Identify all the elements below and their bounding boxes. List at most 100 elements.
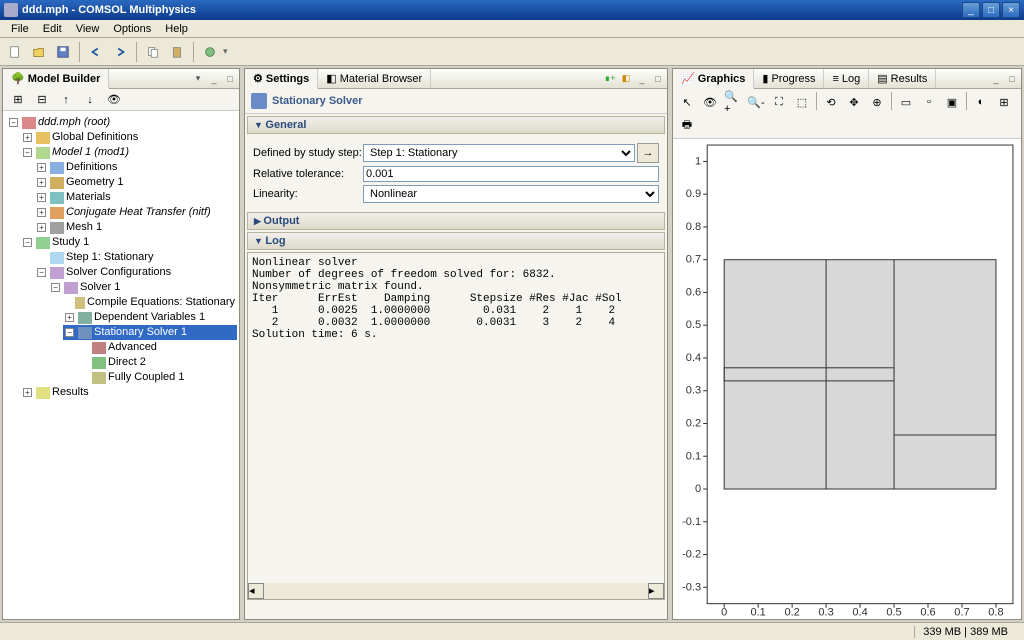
model-wizard-button[interactable] — [199, 41, 221, 63]
menu-view[interactable]: View — [69, 22, 107, 36]
select-button[interactable]: ▭ — [896, 92, 916, 112]
select-all-button[interactable]: ▣ — [942, 92, 962, 112]
copy-button[interactable] — [142, 41, 164, 63]
model-builder-panel: 🌳 Model Builder ▾ _ □ ⊞ ⊟ ↑ ↓ 👁 −ddd.mph… — [2, 68, 240, 620]
close-button[interactable]: × — [1002, 2, 1020, 18]
tree-node-mesh[interactable]: +Mesh 1 — [35, 220, 237, 235]
print-button[interactable]: 🖶 — [677, 115, 697, 135]
scroll-left-button[interactable]: ◂ — [248, 583, 264, 599]
move-button[interactable]: ✥ — [844, 92, 864, 112]
scroll-right-button[interactable]: ▸ — [648, 583, 664, 599]
tree-node-solver-configs[interactable]: −Solver Configurations — [35, 265, 237, 280]
tree-collapse-button[interactable]: ⊟ — [31, 89, 53, 111]
new-button[interactable] — [4, 41, 26, 63]
tree-node-global-definitions[interactable]: +Global Definitions — [21, 130, 237, 145]
tree-node-stationary-solver[interactable]: −Stationary Solver 1 — [63, 325, 237, 340]
panel-maximize-button[interactable]: □ — [651, 72, 665, 86]
tree-up-button[interactable]: ↑ — [55, 89, 77, 111]
tree-node-materials[interactable]: +Materials — [35, 190, 237, 205]
tab-progress[interactable]: ▮Progress — [754, 69, 824, 88]
tree-expand-button[interactable]: ⊞ — [7, 89, 29, 111]
tree-node-geometry[interactable]: +Geometry 1 — [35, 175, 237, 190]
menu-options[interactable]: Options — [106, 22, 158, 36]
window-title: ddd.mph - COMSOL Multiphysics — [22, 4, 962, 16]
tree-node-solver1[interactable]: −Solver 1 — [49, 280, 237, 295]
tab-log[interactable]: ≡Log — [824, 69, 869, 88]
panel-add-button[interactable]: ∎+ — [603, 72, 617, 86]
transparency-button[interactable]: ◐ — [971, 92, 991, 112]
tree-node-results[interactable]: +Results — [21, 385, 237, 400]
log-output[interactable]: Nonlinear solver Number of degrees of fr… — [248, 253, 664, 583]
svg-text:0.1: 0.1 — [750, 607, 765, 619]
tree-show-button[interactable]: 👁 — [103, 89, 125, 111]
goto-step-button[interactable]: → — [637, 143, 659, 163]
paste-button[interactable] — [166, 41, 188, 63]
open-button[interactable] — [28, 41, 50, 63]
statusbar: 339 MB | 389 MB — [0, 622, 1024, 640]
svg-text:0.5: 0.5 — [686, 319, 701, 331]
tab-settings[interactable]: ⚙ Settings — [245, 69, 318, 89]
section-general[interactable]: General — [247, 116, 665, 134]
graphics-icon: 📈 — [681, 72, 695, 85]
tree-node-study[interactable]: −Study 1 — [21, 235, 237, 250]
graphics-panel: 📈Graphics ▮Progress ≡Log ▤Results _ □ ↖ … — [672, 68, 1022, 620]
tree-node-model1[interactable]: −Model 1 (mod1) — [21, 145, 237, 160]
tree-node-advanced[interactable]: Advanced — [77, 340, 237, 355]
svg-text:0.4: 0.4 — [852, 607, 867, 619]
tree-node-direct[interactable]: Direct 2 — [77, 355, 237, 370]
section-output[interactable]: Output — [247, 212, 665, 230]
select-linearity[interactable]: Nonlinear — [363, 185, 659, 203]
panel-maximize-button[interactable]: □ — [1005, 72, 1019, 86]
tree-icon: 🌳 — [11, 72, 25, 85]
wireframe-button[interactable]: ⊞ — [994, 92, 1014, 112]
model-tree[interactable]: −ddd.mph (root) +Global Definitions −Mod… — [3, 111, 239, 619]
panel-minimize-button[interactable]: _ — [635, 72, 649, 86]
panel-minimize-button[interactable]: _ — [207, 72, 221, 86]
panel-toggle-button[interactable]: ◧ — [619, 72, 633, 86]
svg-text:0.4: 0.4 — [686, 352, 701, 364]
panel-menu-button[interactable]: ▾ — [191, 72, 205, 86]
zoom-out-button[interactable]: 🔍- — [746, 92, 766, 112]
tree-node-root[interactable]: −ddd.mph (root) — [7, 115, 237, 130]
rotate-button[interactable]: ⟲ — [821, 92, 841, 112]
svg-text:-0.3: -0.3 — [682, 581, 701, 593]
tree-node-step1[interactable]: Step 1: Stationary — [35, 250, 237, 265]
deselect-button[interactable]: ▫ — [919, 92, 939, 112]
svg-text:0.5: 0.5 — [886, 607, 901, 619]
tree-node-compile[interactable]: Compile Equations: Stationary — [63, 295, 237, 310]
center-button[interactable]: ⊕ — [867, 92, 887, 112]
zoom-in-button[interactable]: 🔍+ — [723, 92, 743, 112]
graphics-toolbar: ↖ 👁 🔍+ 🔍- ⛶ ⬚ ⟲ ✥ ⊕ ▭ ▫ ▣ ◐ ⊞ 🖶 — [673, 89, 1021, 139]
svg-text:0.8: 0.8 — [988, 607, 1003, 619]
panel-maximize-button[interactable]: □ — [223, 72, 237, 86]
zoom-extents-button[interactable]: ⛶ — [769, 92, 789, 112]
select-defined-by[interactable]: Step 1: Stationary — [363, 144, 635, 162]
tree-node-physics[interactable]: +Conjugate Heat Transfer (nitf) — [35, 205, 237, 220]
input-rel-tol[interactable] — [363, 166, 659, 182]
menu-file[interactable]: File — [4, 22, 36, 36]
tab-model-builder[interactable]: 🌳 Model Builder — [3, 69, 109, 89]
graphics-canvas[interactable]: COMSOLMULTIPHYSICS 00.10.20.30.40.50.60.… — [673, 139, 1021, 619]
tree-node-fully-coupled[interactable]: Fully Coupled 1 — [77, 370, 237, 385]
label-linearity: Linearity: — [253, 188, 363, 200]
svg-text:0.6: 0.6 — [686, 286, 701, 298]
menu-help[interactable]: Help — [158, 22, 195, 36]
zoom-window-button[interactable]: 👁 — [700, 92, 720, 112]
save-button[interactable] — [52, 41, 74, 63]
tab-results[interactable]: ▤Results — [869, 69, 936, 88]
tree-down-button[interactable]: ↓ — [79, 89, 101, 111]
tab-graphics[interactable]: 📈Graphics — [673, 69, 754, 89]
menu-edit[interactable]: Edit — [36, 22, 69, 36]
results-icon: ▤ — [877, 72, 887, 85]
redo-button[interactable] — [109, 41, 131, 63]
maximize-button[interactable]: □ — [982, 2, 1000, 18]
section-log[interactable]: Log — [247, 232, 665, 250]
undo-button[interactable] — [85, 41, 107, 63]
tab-material-browser[interactable]: ◧ Material Browser — [318, 69, 431, 88]
panel-minimize-button[interactable]: _ — [989, 72, 1003, 86]
zoom-selected-button[interactable]: ⬚ — [792, 92, 812, 112]
tree-node-definitions[interactable]: +Definitions — [35, 160, 237, 175]
tree-node-dependent[interactable]: +Dependent Variables 1 — [63, 310, 237, 325]
minimize-button[interactable]: _ — [962, 2, 980, 18]
pointer-button[interactable]: ↖ — [677, 92, 697, 112]
